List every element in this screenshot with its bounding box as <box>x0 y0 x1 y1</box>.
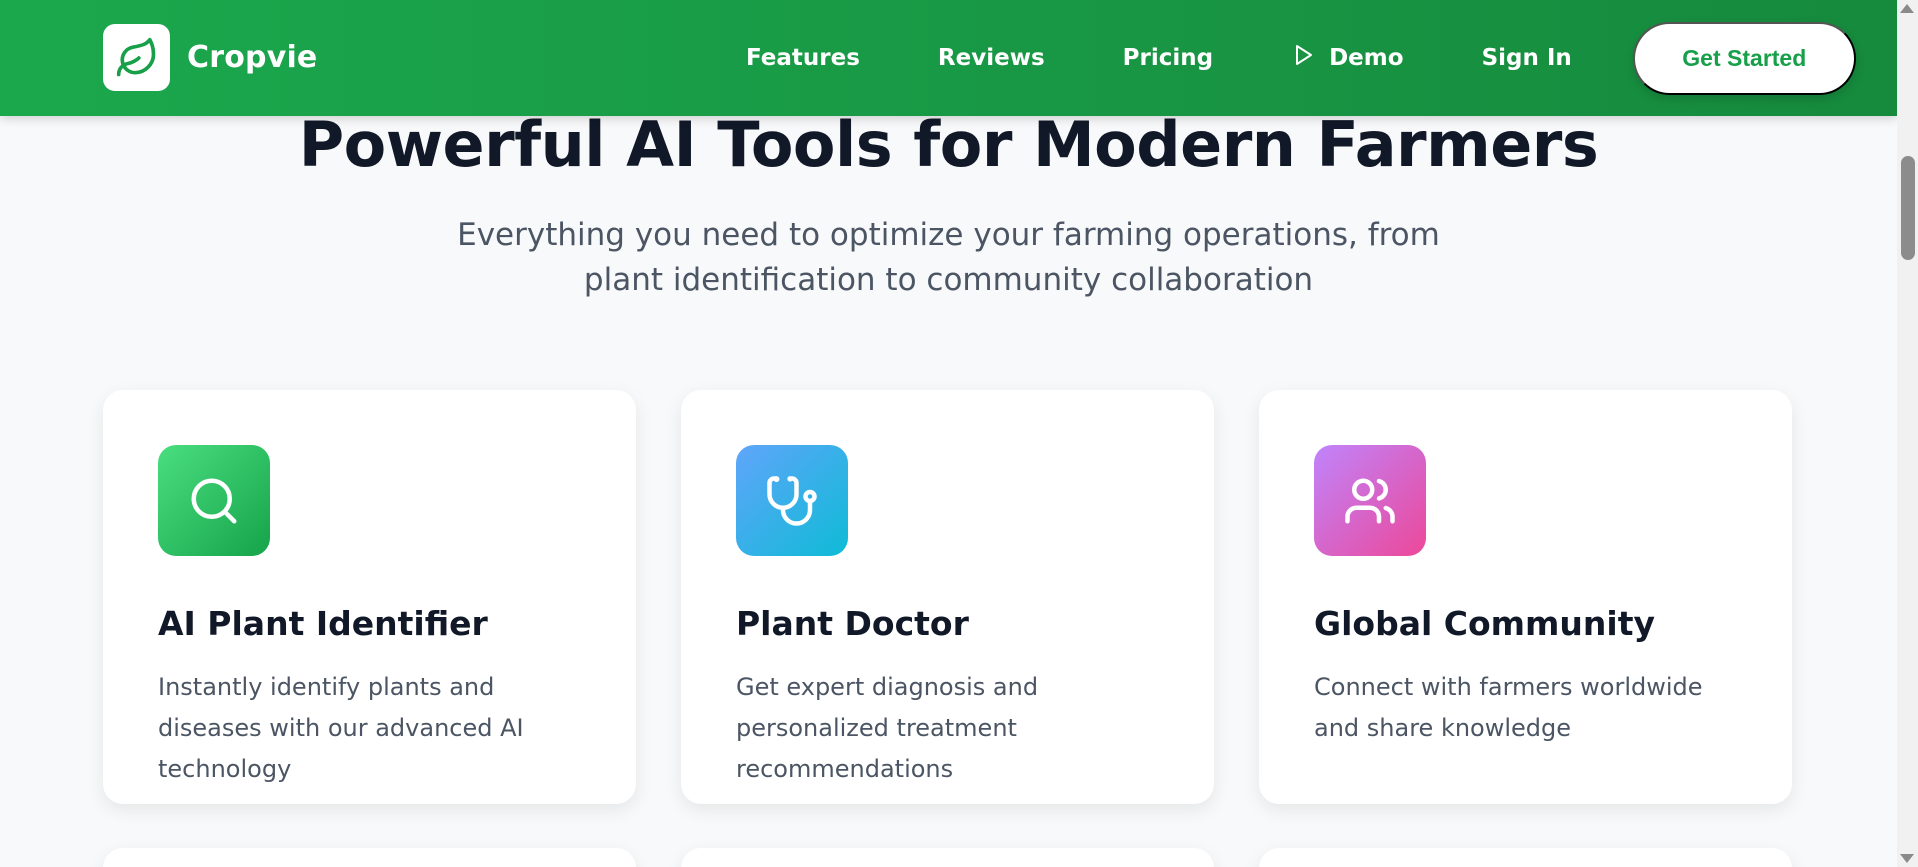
section-subtitle: Everything you need to optimize your far… <box>457 217 1440 298</box>
feature-card-title: AI Plant Identifier <box>158 604 488 643</box>
feature-card-description: Instantly identify plants and diseases w… <box>158 673 524 783</box>
feature-card-title: Global Community <box>1314 604 1656 643</box>
play-icon <box>1291 43 1315 73</box>
scroll-up-arrow-icon[interactable] <box>1900 4 1914 13</box>
main-nav: Features Reviews Pricing Demo Sign In Ge… <box>746 0 1856 116</box>
top-navbar: Cropvie Features Reviews Pricing Demo Si… <box>0 0 1897 116</box>
nav-link-demo-label: Demo <box>1329 45 1404 71</box>
users-icon <box>1314 445 1426 556</box>
scroll-down-arrow-icon[interactable] <box>1900 854 1914 863</box>
scrollbar-thumb[interactable] <box>1901 156 1915 260</box>
nav-link-pricing[interactable]: Pricing <box>1123 45 1213 71</box>
feature-card-plant-identifier[interactable]: AI Plant Identifier Instantly identify p… <box>103 390 636 804</box>
stethoscope-icon <box>736 445 848 556</box>
feature-card-title: Plant Doctor <box>736 604 969 643</box>
feature-card-partial[interactable] <box>681 848 1214 867</box>
feature-card-description: Get expert diagnosis and personalized tr… <box>736 673 1039 783</box>
vertical-scrollbar[interactable] <box>1897 0 1918 867</box>
feature-card-partial[interactable] <box>1259 848 1792 867</box>
brand-name: Cropvie <box>187 40 318 75</box>
nav-link-reviews[interactable]: Reviews <box>938 45 1045 71</box>
leaf-icon <box>103 24 170 91</box>
get-started-button[interactable]: Get Started <box>1632 21 1856 95</box>
search-icon <box>158 445 270 556</box>
feature-card-plant-doctor[interactable]: Plant Doctor Get expert diagnosis and pe… <box>681 390 1214 804</box>
nav-link-sign-in[interactable]: Sign In <box>1482 45 1572 71</box>
nav-link-demo[interactable]: Demo <box>1291 43 1404 73</box>
brand-logo-link[interactable]: Cropvie <box>103 24 317 91</box>
feature-card-partial[interactable] <box>103 848 636 867</box>
nav-link-features[interactable]: Features <box>746 45 860 71</box>
section-title: Powerful AI Tools for Modern Farmers <box>298 108 1599 181</box>
feature-card-description: Connect with farmers worldwide and share… <box>1314 673 1703 742</box>
feature-card-global-community[interactable]: Global Community Connect with farmers wo… <box>1259 390 1792 804</box>
